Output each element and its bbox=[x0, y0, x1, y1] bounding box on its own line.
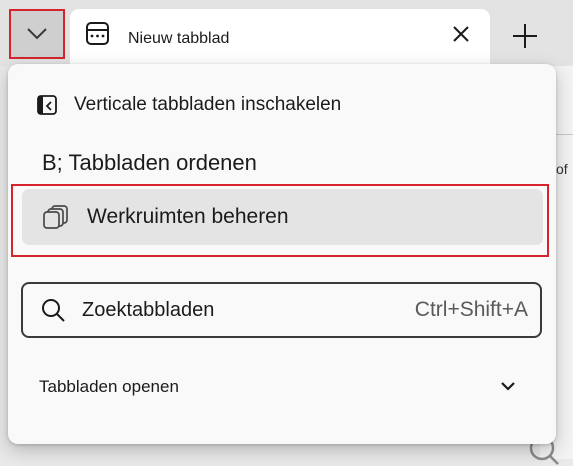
search-tabs-input[interactable] bbox=[82, 298, 362, 322]
tab-actions-menu-button[interactable] bbox=[9, 9, 65, 59]
keyboard-shortcut: Ctrl+Shift+A bbox=[414, 298, 528, 321]
new-tab-page-icon bbox=[86, 22, 109, 45]
search-icon bbox=[42, 299, 65, 322]
chevron-down-icon bbox=[27, 28, 47, 40]
tab-actions-menu: Verticale tabbladen inschakelen B; Tabbl… bbox=[8, 64, 556, 444]
menu-item-vertical-tabs[interactable]: Verticale tabbladen inschakelen bbox=[36, 90, 341, 120]
workspaces-icon bbox=[43, 205, 68, 229]
tab-title: Nieuw tabblad bbox=[128, 30, 230, 47]
section-label: Tabbladen openen bbox=[39, 377, 179, 396]
open-tabs-section-header[interactable]: Tabbladen openen bbox=[8, 364, 556, 410]
menu-item-manage-workspaces[interactable]: Werkruimten beheren bbox=[22, 189, 543, 245]
menu-item-organize-tabs[interactable]: B; Tabbladen ordenen bbox=[42, 146, 257, 180]
vertical-tabs-icon bbox=[37, 95, 57, 115]
tab-new-tab[interactable]: Nieuw tabblad bbox=[70, 9, 490, 66]
search-tabs-box[interactable]: Ctrl+Shift+A bbox=[21, 282, 542, 338]
new-tab-button[interactable] bbox=[504, 15, 546, 57]
tab-strip: Nieuw tabblad bbox=[0, 0, 573, 66]
menu-item-label: B; Tabbladen ordenen bbox=[42, 150, 257, 175]
background-text-fragment: of bbox=[556, 161, 568, 177]
menu-item-label: Werkruimten beheren bbox=[87, 205, 289, 228]
menu-item-label: Verticale tabbladen inschakelen bbox=[74, 94, 342, 115]
close-icon[interactable] bbox=[450, 23, 472, 45]
chevron-down-icon bbox=[501, 382, 515, 391]
plus-icon bbox=[513, 24, 537, 48]
